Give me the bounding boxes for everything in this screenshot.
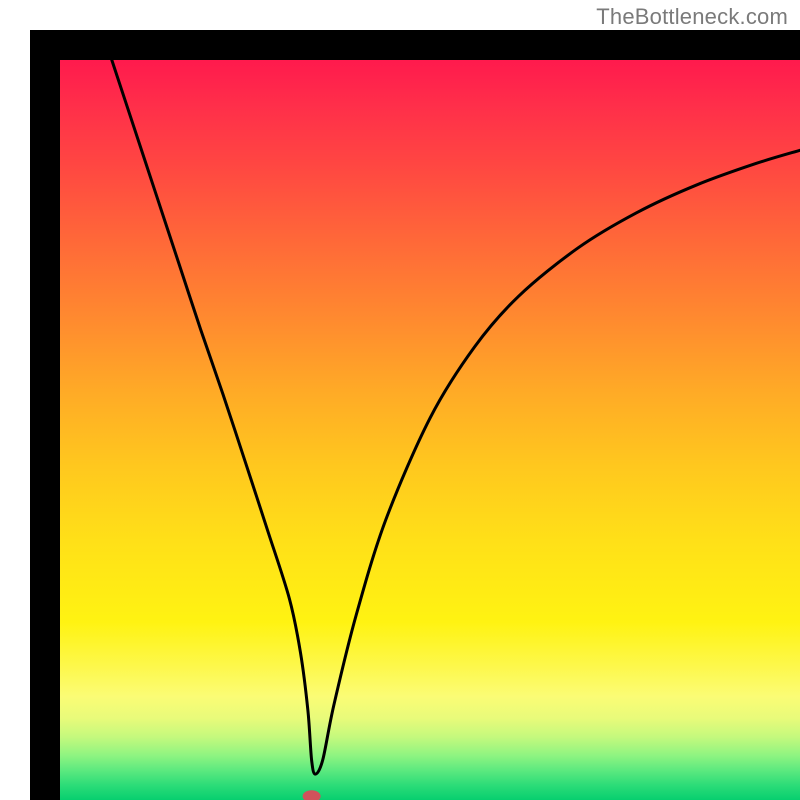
chart-container: TheBottleneck.com <box>0 0 800 800</box>
plot-svg <box>60 60 800 800</box>
watermark-label: TheBottleneck.com <box>596 4 788 30</box>
minimum-marker <box>303 790 321 800</box>
plot-area <box>30 30 800 800</box>
bottleneck-curve <box>112 60 800 774</box>
